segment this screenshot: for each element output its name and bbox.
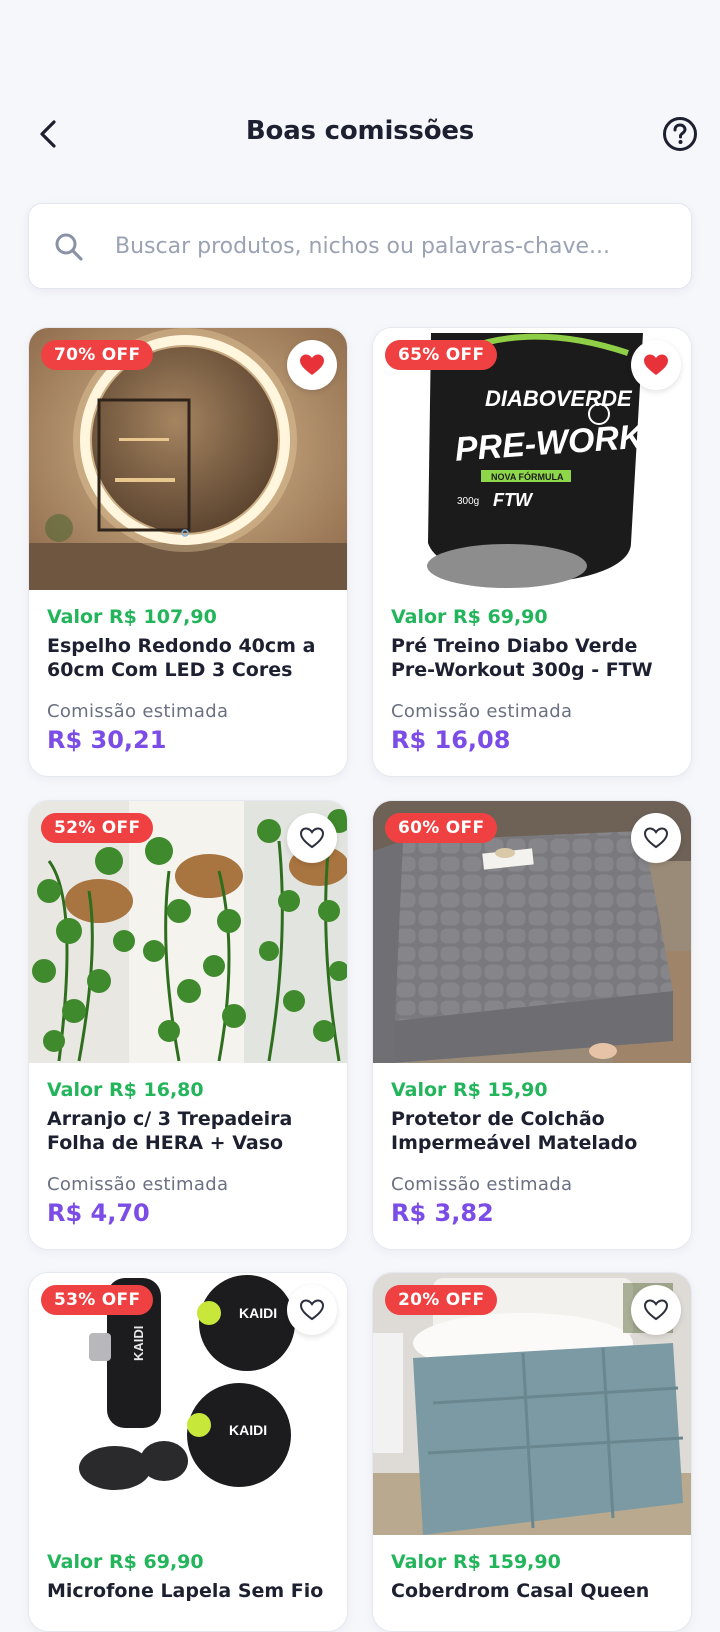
discount-badge: 53% OFF [41, 1285, 154, 1315]
commission-value: R$ 16,08 [391, 726, 511, 754]
search-input[interactable] [115, 204, 675, 288]
search-icon [55, 233, 83, 261]
jar-maker-text: FTW [493, 490, 534, 510]
discount-badge: 60% OFF [385, 813, 498, 843]
mic-receiver-brand-text: KAIDI [131, 1326, 146, 1361]
heart-outline-icon [299, 827, 325, 849]
product-price: Valor R$ 69,90 [47, 1551, 204, 1573]
heart-outline-icon [643, 827, 669, 849]
product-card[interactable]: 60% OFF Valor R$ 15,90 Protetor de Colch… [372, 800, 692, 1250]
top-bar: Boas comissões [0, 100, 720, 172]
commission-value: R$ 4,70 [47, 1199, 150, 1227]
product-card[interactable]: 70% OFF Valor R$ 107,90 Espelho Redondo … [28, 327, 348, 777]
commission-label: Comissão estimada [47, 701, 229, 722]
jar-label-text: NOVA FÓRMULA [491, 471, 564, 482]
discount-badge: 52% OFF [41, 813, 154, 843]
favorite-button[interactable] [631, 340, 681, 390]
product-price: Valor R$ 16,80 [47, 1079, 204, 1101]
product-price: Valor R$ 69,90 [391, 606, 548, 628]
heart-filled-icon [300, 354, 324, 375]
heart-outline-icon [643, 1299, 669, 1321]
product-price: Valor R$ 15,90 [391, 1079, 548, 1101]
favorite-button[interactable] [287, 813, 337, 863]
commission-label: Comissão estimada [47, 1174, 229, 1195]
product-image: 70% OFF [29, 328, 347, 590]
favorite-button[interactable] [631, 813, 681, 863]
search-bar[interactable] [28, 203, 692, 289]
discount-badge: 65% OFF [385, 340, 498, 370]
product-image: 52% OFF [29, 801, 347, 1063]
product-name: Arranjo c/ 3 Trepadeira Folha de HERA + … [47, 1108, 293, 1154]
product-card[interactable]: 20% OFF Valor R$ 159,90 Coberdrom Casal … [372, 1272, 692, 1632]
mic-bottom-brand-text: KAIDI [229, 1422, 267, 1438]
favorite-button[interactable] [287, 340, 337, 390]
heart-outline-icon [299, 1299, 325, 1321]
commission-label: Comissão estimada [391, 701, 573, 722]
favorite-button[interactable] [287, 1285, 337, 1335]
page-title: Boas comissões [245, 116, 475, 146]
commission-value: R$ 3,82 [391, 1199, 494, 1227]
product-image: 60% OFF [373, 801, 691, 1063]
heart-filled-icon [644, 354, 668, 375]
product-name: Espelho Redondo 40cm a 60cm Com LED 3 Co… [47, 635, 316, 681]
discount-badge: 70% OFF [41, 340, 154, 370]
help-button[interactable] [660, 114, 700, 154]
product-name: Pré Treino Diabo Verde Pre-Workout 300g … [391, 635, 653, 681]
jar-weight-text: 300g [457, 496, 479, 507]
commission-value: R$ 30,21 [47, 726, 167, 754]
favorite-button[interactable] [631, 1285, 681, 1335]
product-name: Microfone Lapela Sem Fio [47, 1580, 324, 1602]
jar-brand-text: DIABOVERDE [485, 386, 633, 411]
product-card[interactable]: DIABOVERDE PRE-WORKOUT NOVA FÓRMULA 300g… [372, 327, 692, 777]
product-image: KAIDI KAIDI KAIDI 53% OFF [29, 1273, 347, 1535]
product-name: Coberdrom Casal Queen [391, 1580, 650, 1602]
help-icon [663, 117, 697, 151]
product-name: Protetor de Colchão Impermeável Matelado… [391, 1108, 638, 1154]
product-price: Valor R$ 107,90 [47, 606, 217, 628]
discount-badge: 20% OFF [385, 1285, 498, 1315]
commission-label: Comissão estimada [391, 1174, 573, 1195]
product-image: 20% OFF [373, 1273, 691, 1535]
product-image: DIABOVERDE PRE-WORKOUT NOVA FÓRMULA 300g… [373, 328, 691, 590]
product-card[interactable]: KAIDI KAIDI KAIDI 53% OFF Valor R$ 69,90… [28, 1272, 348, 1632]
mic-top-brand-text: KAIDI [239, 1305, 277, 1321]
product-card[interactable]: 52% OFF Valor R$ 16,80 Arranjo c/ 3 Trep… [28, 800, 348, 1250]
product-price: Valor R$ 159,90 [391, 1551, 561, 1573]
